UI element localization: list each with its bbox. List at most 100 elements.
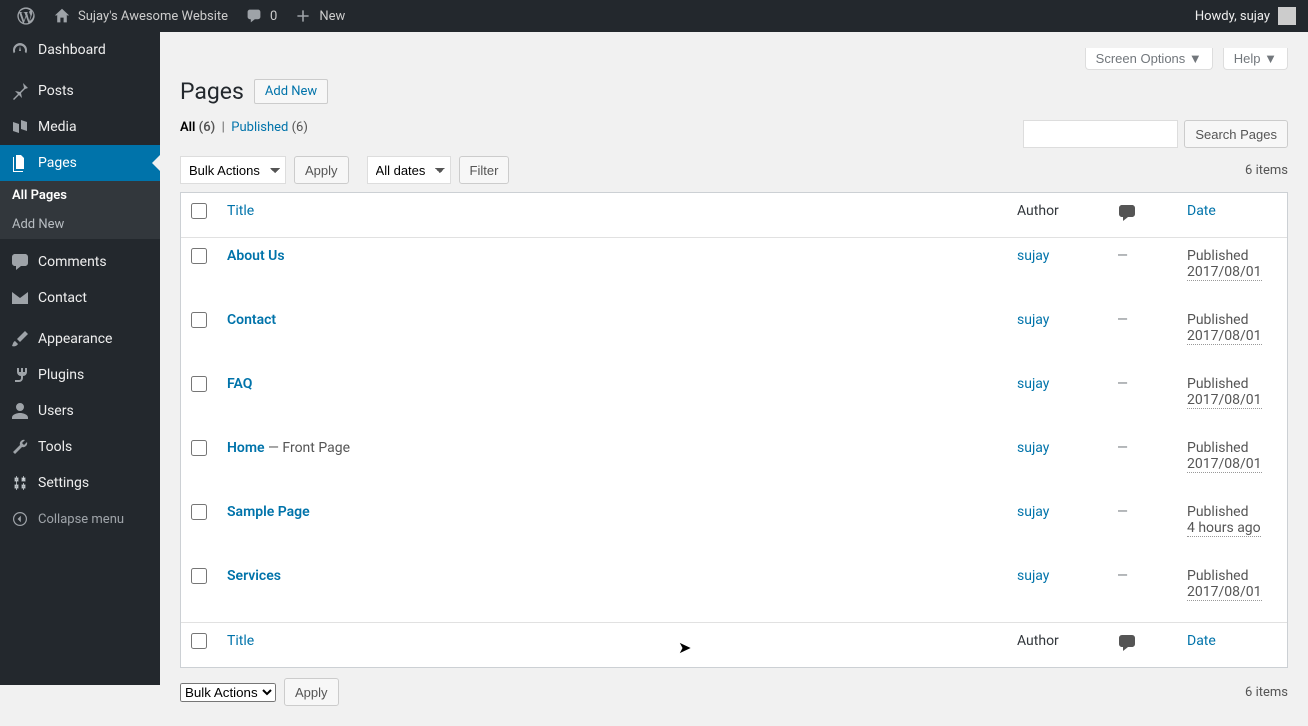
author-link[interactable]: sujay (1017, 568, 1049, 584)
add-new-button[interactable]: Add New (254, 79, 328, 104)
avatar[interactable] (1278, 7, 1296, 25)
row-checkbox[interactable] (191, 248, 207, 264)
screen-options-button[interactable]: Screen Options ▼ (1085, 48, 1213, 70)
sidebar-item-label: Plugins (38, 367, 84, 383)
sidebar-item-settings[interactable]: Settings (0, 465, 160, 501)
submenu-item[interactable]: Add New (0, 210, 160, 239)
row-status: Published (1187, 440, 1248, 456)
author-link[interactable]: sujay (1017, 440, 1049, 456)
row-checkbox[interactable] (191, 568, 207, 584)
collapse-menu[interactable]: Collapse menu (0, 501, 160, 537)
sidebar-item-label: Comments (38, 254, 107, 270)
date-filter-select[interactable]: All dates (367, 156, 451, 184)
item-count-bottom: 6 items (1245, 685, 1288, 700)
sidebar-item-dashboard[interactable]: Dashboard (0, 32, 160, 68)
page-title-link[interactable]: Sample Page (227, 504, 310, 520)
row-checkbox[interactable] (191, 504, 207, 520)
page-title-link[interactable]: FAQ (227, 376, 252, 392)
collapse-icon (10, 509, 30, 529)
wp-logo[interactable] (8, 0, 44, 32)
sidebar-item-label: Posts (38, 83, 74, 99)
pages-icon (10, 153, 30, 173)
row-date: 2017/08/01 (1187, 392, 1262, 409)
author-link[interactable]: sujay (1017, 376, 1049, 392)
new-content-link[interactable]: New (285, 0, 353, 32)
pin-icon (10, 81, 30, 101)
comments-count: — (1117, 568, 1128, 584)
select-all-checkbox[interactable] (191, 203, 207, 219)
col-title-foot[interactable]: Title (227, 633, 254, 649)
author-link[interactable]: sujay (1017, 312, 1049, 328)
filter-button[interactable]: Filter (459, 156, 510, 184)
row-checkbox[interactable] (191, 440, 207, 456)
howdy-text[interactable]: Howdy, sujay (1195, 9, 1270, 24)
page-title: Pages (180, 78, 244, 105)
search-button[interactable]: Search Pages (1184, 120, 1288, 148)
comments-link[interactable]: 0 (236, 0, 285, 32)
col-date-foot[interactable]: Date (1187, 633, 1216, 649)
comments-count: — (1117, 376, 1128, 392)
home-icon (52, 6, 72, 26)
page-title-suffix: — Front Page (265, 440, 350, 456)
row-status: Published (1187, 504, 1248, 520)
row-date: 4 hours ago (1187, 520, 1261, 537)
author-link[interactable]: sujay (1017, 504, 1049, 520)
sidebar-item-plugins[interactable]: Plugins (0, 357, 160, 393)
sidebar-item-comments[interactable]: Comments (0, 244, 160, 280)
select-all-checkbox-bottom[interactable] (191, 633, 207, 649)
comments-count: — (1117, 440, 1128, 456)
table-row: Sample Pagesujay—Published4 hours ago (181, 494, 1287, 558)
col-comments[interactable] (1107, 193, 1177, 238)
sidebar-item-appearance[interactable]: Appearance (0, 321, 160, 357)
sidebar-item-label: Dashboard (38, 42, 106, 58)
page-title-link[interactable]: Home (227, 440, 265, 456)
sidebar-item-label: Media (38, 119, 77, 135)
col-author-foot: Author (1007, 622, 1107, 667)
table-row: Home — Front Page sujay — Published2017/08/… (181, 430, 1287, 494)
sidebar-item-label: Contact (38, 290, 87, 306)
row-date: 2017/08/01 (1187, 264, 1262, 281)
row-date: 2017/08/01 (1187, 456, 1262, 473)
comments-count: — (1117, 248, 1128, 264)
page-title-link[interactable]: Services (227, 568, 281, 584)
table-row: Contactsujay—Published2017/08/01 (181, 302, 1287, 366)
bulk-action-select[interactable]: Bulk Actions (180, 156, 286, 184)
bulk-action-select-bottom[interactable]: Bulk Actions (180, 683, 276, 702)
row-date: 2017/08/01 (1187, 328, 1262, 345)
col-title[interactable]: Title (227, 203, 254, 219)
sidebar-item-label: Appearance (38, 331, 112, 347)
sidebar-item-pages[interactable]: Pages (0, 145, 160, 181)
search-input[interactable] (1023, 120, 1178, 148)
col-comments-foot[interactable] (1107, 622, 1177, 667)
row-date: 2017/08/01 (1187, 584, 1262, 601)
row-status: Published (1187, 568, 1248, 584)
sidebar-item-media[interactable]: Media (0, 109, 160, 145)
comments-count: — (1117, 312, 1128, 328)
wrench-icon (10, 437, 30, 457)
sidebar-item-label: Settings (38, 475, 89, 491)
plug-icon (10, 365, 30, 385)
sidebar-item-users[interactable]: Users (0, 393, 160, 429)
table-row: About Ussujay—Published2017/08/01 (181, 238, 1287, 302)
sidebar-item-contact[interactable]: Contact (0, 280, 160, 316)
page-title-link[interactable]: Contact (227, 312, 276, 328)
submenu-item[interactable]: All Pages (0, 181, 160, 210)
site-name-link[interactable]: Sujay's Awesome Website (44, 0, 236, 32)
page-title-link[interactable]: About Us (227, 248, 285, 264)
bulk-apply-button[interactable]: Apply (294, 156, 349, 184)
author-link[interactable]: sujay (1017, 248, 1049, 264)
user-icon (10, 401, 30, 421)
filter-published[interactable]: Published (6) (231, 120, 308, 135)
sidebar-item-tools[interactable]: Tools (0, 429, 160, 465)
sidebar-item-label: Tools (38, 439, 72, 455)
comment-icon (244, 6, 264, 26)
filter-all[interactable]: All (6) (180, 120, 215, 135)
row-checkbox[interactable] (191, 376, 207, 392)
dashboard-icon (10, 40, 30, 60)
bulk-apply-button-bottom[interactable]: Apply (284, 678, 339, 706)
row-checkbox[interactable] (191, 312, 207, 328)
mail-icon (10, 288, 30, 308)
sidebar-item-posts[interactable]: Posts (0, 73, 160, 109)
help-button[interactable]: Help ▼ (1223, 48, 1288, 70)
col-date[interactable]: Date (1187, 203, 1216, 219)
